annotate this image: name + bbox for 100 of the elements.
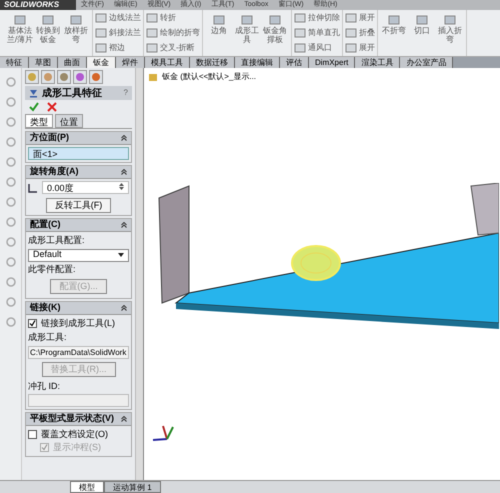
- panel-tab-icon[interactable]: [57, 70, 71, 84]
- tool-icon: [70, 14, 82, 26]
- tool-icon: [14, 14, 26, 26]
- tool-icon[interactable]: [4, 176, 16, 188]
- collapse-icon[interactable]: [121, 169, 127, 175]
- checkbox[interactable]: [28, 319, 37, 328]
- checkbox-label: 显示冲程(S): [53, 440, 101, 454]
- ribbon-button[interactable]: 钣金角撑板: [261, 26, 289, 44]
- ribbon-button[interactable]: 转折: [160, 12, 176, 24]
- punch-id-field[interactable]: [28, 394, 129, 407]
- tool-path-field[interactable]: C:\ProgramData\SolidWork: [28, 346, 129, 358]
- section-header[interactable]: 配置(C): [26, 219, 131, 232]
- tab[interactable]: 钣金: [87, 57, 116, 68]
- ribbon-button[interactable]: 通风口: [308, 42, 332, 54]
- close-icon[interactable]: [47, 102, 57, 112]
- ribbon-button[interactable]: 拉伸切除: [308, 12, 340, 24]
- checkbox-label: 覆盖文档设定(O): [41, 428, 108, 441]
- field-label: 此零件配置:: [28, 262, 77, 276]
- tool-icon[interactable]: [4, 96, 16, 108]
- section-header[interactable]: 旋转角度(A): [26, 166, 131, 179]
- ribbon-button[interactable]: 基体法兰/薄片: [6, 26, 34, 44]
- angle-icon: [28, 182, 38, 192]
- tool-icon[interactable]: [4, 196, 16, 208]
- part-icon: [148, 72, 158, 82]
- tab[interactable]: 评估: [280, 57, 309, 68]
- collapse-icon[interactable]: [121, 305, 127, 311]
- ribbon-button[interactable]: 展开: [359, 42, 375, 54]
- field-label: 成形工具配置:: [28, 234, 86, 247]
- tool-icon[interactable]: [4, 256, 16, 268]
- tool-icon[interactable]: [4, 76, 16, 88]
- collapse-icon[interactable]: [121, 135, 127, 141]
- angle-spinner[interactable]: 0.00度: [42, 181, 129, 194]
- tab[interactable]: DimXpert: [309, 57, 356, 68]
- ribbon-button[interactable]: 斜接法兰: [109, 26, 141, 39]
- ribbon-button[interactable]: 折叠: [359, 26, 375, 39]
- ribbon-button[interactable]: 边角: [211, 26, 227, 35]
- tool-icon[interactable]: [4, 276, 16, 288]
- field-label: 冲孔 ID:: [28, 380, 62, 392]
- section-title: 平板型式显示状态(V): [30, 412, 114, 426]
- feature-tree-item[interactable]: 钣金 (默认<<默认>_显示...: [162, 71, 256, 83]
- tab[interactable]: 焊件: [116, 57, 145, 68]
- ribbon-button[interactable]: 插入折弯: [436, 26, 464, 44]
- ribbon-button[interactable]: 简单直孔: [308, 26, 340, 39]
- tool-icon[interactable]: [4, 316, 16, 328]
- help-icon[interactable]: ?: [124, 87, 128, 99]
- tab[interactable]: 直接编辑: [235, 57, 280, 68]
- bottom-tab[interactable]: 模型: [70, 481, 104, 493]
- forming-tool-icon: [29, 88, 38, 98]
- section-header[interactable]: 链接(K): [26, 302, 131, 315]
- tool-icon[interactable]: [4, 116, 16, 128]
- ribbon-button[interactable]: 交叉-折断: [160, 42, 195, 54]
- collapse-icon[interactable]: [121, 416, 127, 422]
- panel-tab[interactable]: 类型: [25, 114, 53, 128]
- tool-icon[interactable]: [4, 236, 16, 248]
- tool-icon: [294, 26, 306, 39]
- panel-tab-icon[interactable]: [89, 70, 103, 84]
- tool-icon: [95, 42, 107, 54]
- tab[interactable]: 草图: [29, 57, 58, 68]
- ribbon-button[interactable]: 褶边: [109, 42, 125, 54]
- section-title: 方位面(P): [30, 131, 69, 144]
- tool-icon: [95, 26, 107, 39]
- tool-icon: [95, 12, 107, 24]
- ribbon-button[interactable]: 切口: [414, 26, 430, 35]
- ribbon-button[interactable]: 边线法兰: [109, 12, 141, 24]
- tab[interactable]: 特征: [0, 57, 29, 68]
- tool-icon[interactable]: [4, 156, 16, 168]
- tool-icon[interactable]: [4, 296, 16, 308]
- spinner-arrows-icon[interactable]: [119, 182, 124, 191]
- panel-tab-icon[interactable]: [25, 70, 39, 84]
- tab[interactable]: 数据迁移: [190, 57, 235, 68]
- face-selection-field[interactable]: 面<1>: [28, 147, 129, 160]
- tool-icon: [42, 14, 54, 26]
- confirm-icon[interactable]: [29, 102, 39, 112]
- tool-icon: [269, 14, 281, 26]
- ribbon-button[interactable]: 成形工具: [233, 26, 261, 44]
- bottom-tab[interactable]: 运动算例 1: [104, 481, 161, 493]
- tab[interactable]: 模具工具: [145, 57, 190, 68]
- tab[interactable]: 曲面: [58, 57, 87, 68]
- ribbon-button[interactable]: 绘制的折弯: [160, 26, 200, 39]
- section-header[interactable]: 平板型式显示状态(V): [26, 413, 131, 426]
- panel-button[interactable]: 反转工具(F): [46, 198, 112, 213]
- tool-icon[interactable]: [4, 136, 16, 148]
- tool-icon: [146, 12, 158, 24]
- panel-tab[interactable]: 位置: [55, 114, 83, 128]
- ribbon-button[interactable]: 展开: [359, 12, 375, 24]
- dropdown-caret-icon: [118, 253, 124, 257]
- tool-icon: [345, 26, 357, 39]
- tab[interactable]: 渲染工具: [355, 57, 400, 68]
- tab[interactable]: 办公室产品: [400, 57, 454, 68]
- ribbon-button[interactable]: 转换到钣金: [34, 26, 62, 44]
- tool-icon[interactable]: [4, 216, 16, 228]
- section-header[interactable]: 方位面(P): [26, 132, 131, 145]
- panel-tab-icon[interactable]: [73, 70, 87, 84]
- configuration-dropdown[interactable]: Default: [28, 248, 129, 262]
- collapse-icon[interactable]: [121, 222, 127, 228]
- panel-tab-icon[interactable]: [41, 70, 55, 84]
- panel-title: 成形工具特征: [42, 86, 103, 100]
- ribbon-button[interactable]: 不折弯: [382, 26, 406, 35]
- checkbox[interactable]: [28, 430, 37, 439]
- ribbon-button[interactable]: 放样折弯: [62, 26, 90, 44]
